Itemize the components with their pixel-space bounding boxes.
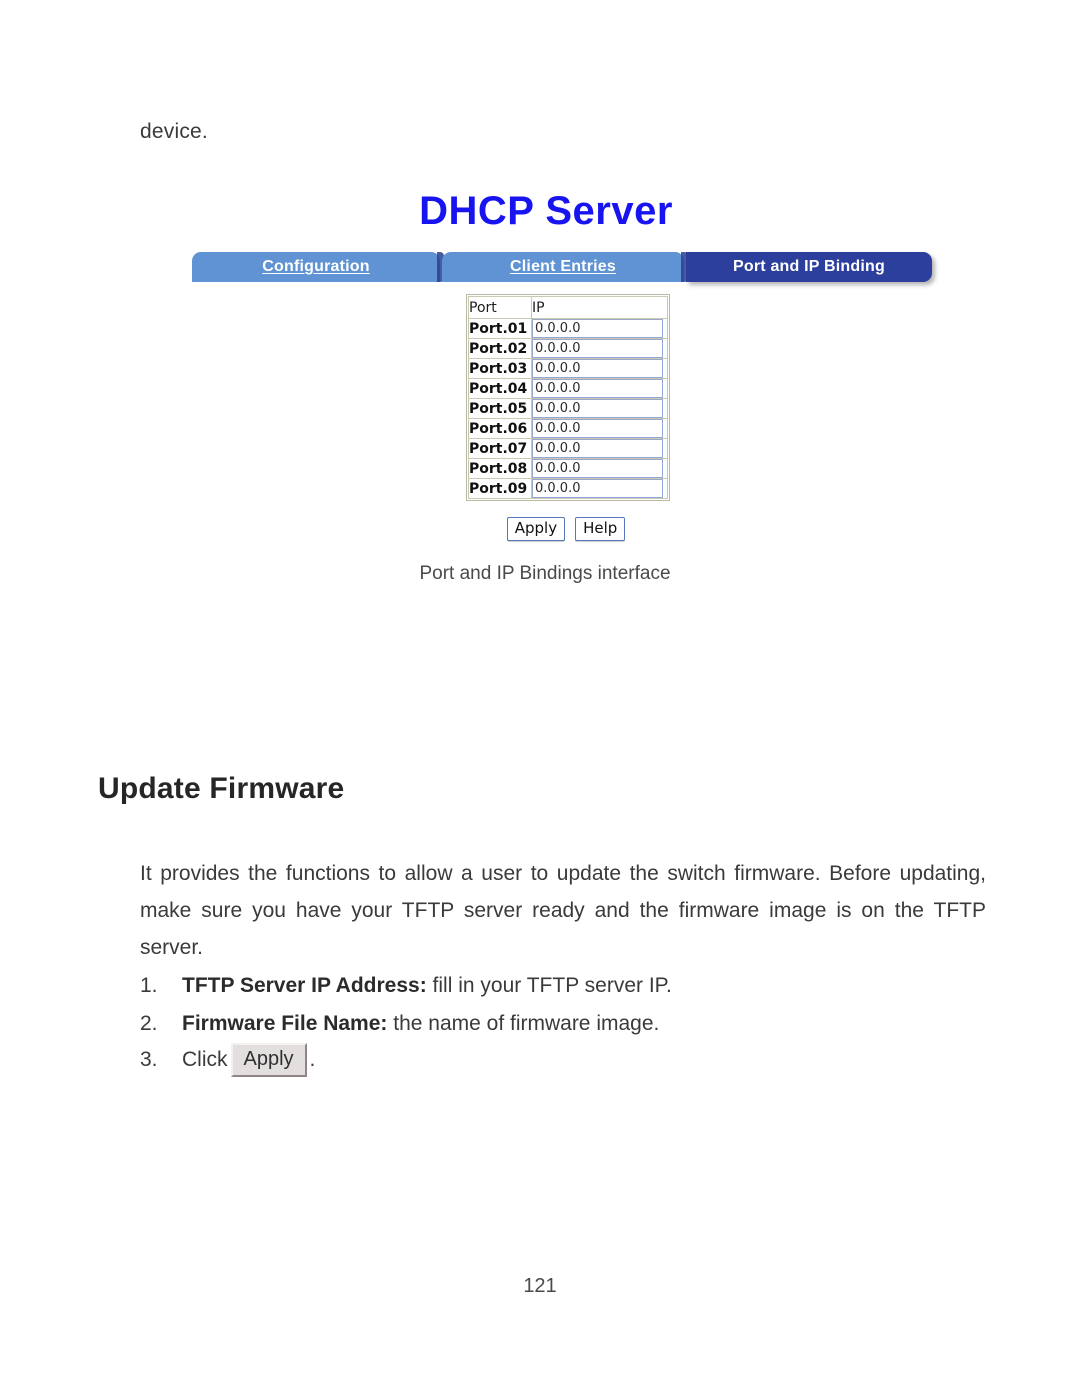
port-ip-table-container: Port IP Port.01 Port.02	[466, 294, 670, 501]
table-row: Port.06	[468, 418, 668, 439]
table-row: Port.09	[468, 478, 668, 499]
table-header-row: Port IP	[468, 296, 668, 319]
port-label: Port.02	[468, 338, 532, 359]
figure-button-row: Apply Help	[466, 517, 666, 541]
port-label: Port.08	[468, 458, 532, 479]
port-label: Port.05	[468, 398, 532, 419]
ip-input[interactable]	[532, 319, 663, 338]
dhcp-server-figure: DHCP Server Configuration Client Entries…	[0, 190, 1080, 585]
ip-cell	[531, 478, 668, 499]
tab-port-and-ip-binding-label: Port and IP Binding	[733, 258, 885, 275]
ip-input[interactable]	[532, 459, 663, 478]
port-label: Port.03	[468, 358, 532, 379]
list-item: 1. TFTP Server IP Address: fill in your …	[140, 967, 1000, 1004]
table-row: Port.04	[468, 378, 668, 399]
ip-input[interactable]	[532, 359, 663, 378]
table-row: Port.03	[468, 358, 668, 379]
step-text-suffix: .	[309, 1048, 316, 1071]
tab-configuration[interactable]: Configuration	[192, 252, 444, 282]
help-button[interactable]: Help	[575, 517, 626, 541]
list-item: 3. Click Apply .	[140, 1043, 1000, 1077]
list-item: 2. Firmware File Name: the name of firmw…	[140, 1005, 1000, 1042]
numbered-steps: 1. TFTP Server IP Address: fill in your …	[140, 967, 1000, 1078]
ip-cell	[531, 398, 668, 419]
step-text: the name of firmware image.	[387, 1012, 660, 1035]
section-heading: Update Firmware	[98, 772, 345, 805]
ip-cell	[531, 438, 668, 459]
step-text: fill in your TFTP server IP.	[426, 974, 672, 997]
ip-input[interactable]	[532, 419, 663, 438]
section-paragraph: It provides the functions to allow a use…	[140, 862, 986, 959]
ip-input[interactable]	[532, 439, 663, 458]
table-row: Port.07	[468, 438, 668, 459]
apply-button[interactable]: Apply	[506, 517, 566, 541]
port-label: Port.04	[468, 378, 532, 399]
step-body: TFTP Server IP Address: fill in your TFT…	[182, 967, 1000, 1004]
port-label: Port.01	[468, 318, 532, 339]
step-body: Click Apply .	[182, 1043, 1000, 1077]
figure-caption: Port and IP Bindings interface	[419, 562, 671, 584]
ip-input[interactable]	[532, 379, 663, 398]
port-label: Port.09	[468, 478, 532, 499]
tab-client-entries-label: Client Entries	[510, 258, 616, 275]
inline-apply-button[interactable]: Apply	[230, 1043, 307, 1077]
tab-client-entries[interactable]: Client Entries	[442, 252, 688, 282]
ip-cell	[531, 318, 668, 339]
column-header-ip: IP	[531, 296, 668, 319]
document-page: device. DHCP Server Configuration Client…	[0, 0, 1080, 1397]
ip-input[interactable]	[532, 479, 663, 498]
ip-cell	[531, 378, 668, 399]
port-label: Port.06	[468, 418, 532, 439]
step-label: TFTP Server IP Address:	[182, 974, 427, 997]
table-row: Port.02	[468, 338, 668, 359]
page-number: 121	[523, 1275, 557, 1297]
ip-cell	[531, 458, 668, 479]
ip-cell	[531, 418, 668, 439]
step-body: Firmware File Name: the name of firmware…	[182, 1005, 1000, 1042]
table-row: Port.01	[468, 318, 668, 339]
figure-title: DHCP Server	[419, 189, 673, 233]
step-marker: 2.	[140, 1012, 158, 1035]
ip-input[interactable]	[532, 399, 663, 418]
tab-bar: Configuration Client Entries Port and IP…	[192, 252, 932, 282]
port-ip-table: Port IP Port.01 Port.02	[468, 296, 668, 499]
step-label: Firmware File Name:	[182, 1012, 388, 1035]
step-marker: 1.	[140, 974, 158, 997]
ip-input[interactable]	[532, 339, 663, 358]
column-header-port: Port	[468, 296, 532, 319]
ip-cell	[531, 338, 668, 359]
tab-port-and-ip-binding[interactable]: Port and IP Binding	[686, 252, 932, 282]
ip-cell	[531, 358, 668, 379]
tab-configuration-label: Configuration	[262, 258, 370, 275]
step-marker: 3.	[140, 1048, 158, 1071]
continuation-text: device.	[140, 120, 208, 143]
table-row: Port.08	[468, 458, 668, 479]
step-text-prefix: Click	[182, 1048, 228, 1071]
port-label: Port.07	[468, 438, 532, 459]
table-row: Port.05	[468, 398, 668, 419]
